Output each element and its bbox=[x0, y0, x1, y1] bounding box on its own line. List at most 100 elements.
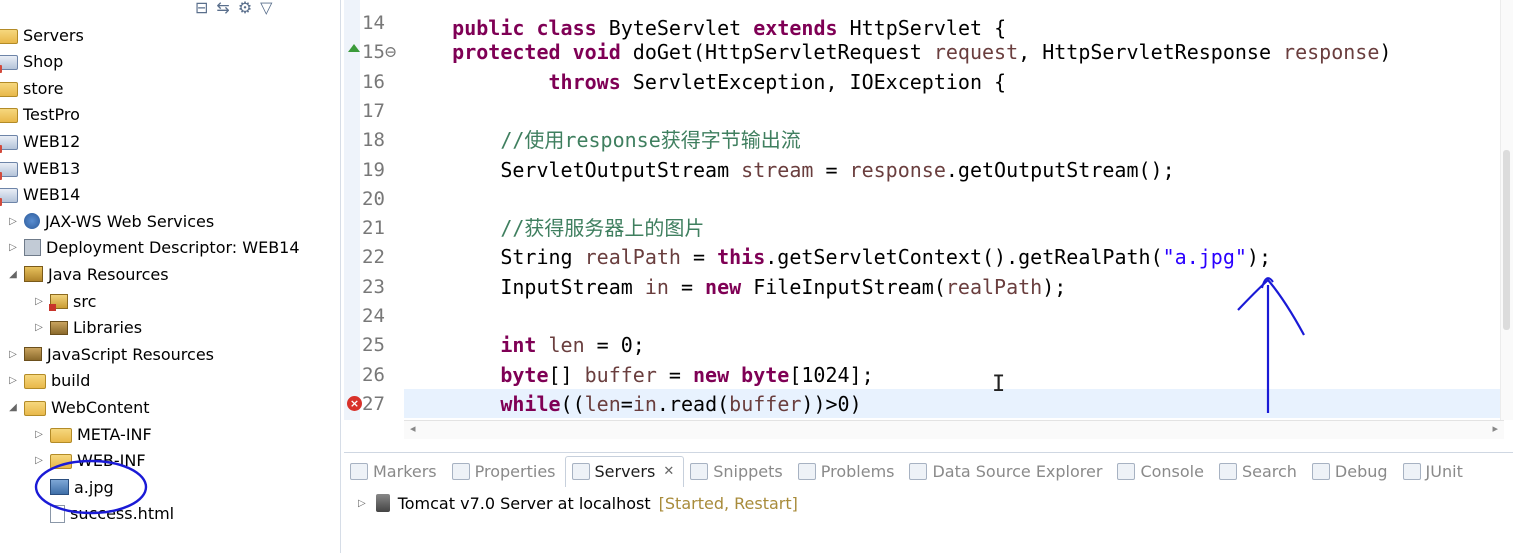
tree-item[interactable]: WEB13 bbox=[0, 155, 80, 181]
code-token: ))>0) bbox=[801, 391, 862, 416]
line-number: 20 bbox=[362, 187, 385, 210]
line-number: 16 bbox=[362, 70, 385, 93]
tree-item-label: Servers bbox=[23, 25, 84, 45]
chevron-down-icon[interactable]: ▽ bbox=[260, 0, 272, 20]
tree-item-label: WEB14 bbox=[23, 185, 81, 205]
code-line: //获得服务器上的图片 bbox=[404, 214, 704, 243]
tree-item[interactable]: Servers bbox=[0, 22, 84, 48]
debug-icon bbox=[1311, 462, 1330, 480]
collapsed-icon[interactable]: ▷ bbox=[32, 455, 46, 466]
collapse-all-icon[interactable]: ⊟ bbox=[195, 0, 208, 20]
expand-icon[interactable]: ▷ bbox=[358, 498, 366, 509]
link-editor-icon[interactable]: ⇆ bbox=[216, 0, 229, 20]
close-icon[interactable]: ✕ bbox=[663, 464, 674, 479]
code-editor[interactable]: public class ByteServlet extends HttpSer… bbox=[344, 0, 1513, 445]
code-token: //获得服务器上的图片 bbox=[500, 216, 705, 241]
code-line: while((len=in.read(buffer))>0) bbox=[404, 390, 862, 419]
collapsed-icon[interactable]: ▷ bbox=[6, 375, 20, 386]
tree-item[interactable]: ▷ Libraries bbox=[32, 315, 142, 341]
tree-item[interactable]: TestPro bbox=[0, 102, 80, 128]
deployment-descriptor-icon bbox=[24, 239, 41, 257]
collapsed-icon[interactable]: ▷ bbox=[32, 322, 46, 333]
scroll-left-icon[interactable]: ◂ bbox=[410, 422, 416, 435]
tab-snippets[interactable]: Snippets bbox=[684, 456, 792, 486]
junit-icon bbox=[1402, 462, 1421, 480]
tree-item[interactable]: store bbox=[0, 75, 63, 101]
explorer-toolbar: ⊟ ⇆ ⚙ ▽ bbox=[195, 0, 272, 20]
code-line: InputStream in = new FileInputStream(rea… bbox=[404, 273, 1066, 302]
tab-problems[interactable]: Problems bbox=[792, 456, 904, 486]
code-token: len bbox=[584, 391, 621, 416]
tree-item-label: WEB13 bbox=[23, 158, 81, 178]
tree-item[interactable]: ▷ META-INF bbox=[32, 421, 152, 447]
line-number: 21 bbox=[362, 217, 385, 240]
folder-icon bbox=[50, 454, 72, 470]
scroll-thumb[interactable] bbox=[1503, 150, 1510, 330]
collapsed-icon[interactable]: ▷ bbox=[6, 242, 20, 253]
web-project-icon bbox=[0, 134, 18, 153]
tab-label: Problems bbox=[820, 461, 895, 481]
tab-debug[interactable]: Debug bbox=[1306, 456, 1397, 486]
expanded-icon[interactable]: ◢ bbox=[6, 402, 20, 413]
tree-item[interactable]: a.jpg bbox=[32, 474, 114, 500]
tree-item[interactable]: WEB14 bbox=[0, 182, 80, 208]
code-token: //使用response获得字节输出流 bbox=[500, 128, 801, 153]
line-number: 18 bbox=[362, 129, 385, 152]
code-token: = bbox=[668, 274, 706, 299]
tree-item[interactable]: Shop bbox=[0, 49, 63, 75]
tree-item[interactable]: ▷ src bbox=[32, 288, 96, 314]
tree-item-label: Java Resources bbox=[48, 264, 169, 284]
horizontal-scrollbar[interactable]: ◂ ▸ bbox=[404, 420, 1504, 439]
source-folder-icon bbox=[49, 293, 68, 311]
tab-console[interactable]: Console bbox=[1111, 456, 1213, 486]
tree-item[interactable]: WEB12 bbox=[0, 128, 80, 154]
error-marker-icon[interactable]: × bbox=[347, 396, 362, 411]
java-resources-icon bbox=[24, 266, 43, 283]
collapsed-icon[interactable]: ▷ bbox=[32, 429, 46, 440]
tree-item[interactable]: ▷ JAX-WS Web Services bbox=[6, 208, 214, 234]
tree-item[interactable]: ◢ Java Resources bbox=[6, 261, 169, 287]
tab-properties[interactable]: Properties bbox=[446, 456, 565, 486]
libraries-icon bbox=[50, 320, 68, 335]
web-services-icon bbox=[24, 213, 40, 230]
override-indicator-icon bbox=[348, 44, 360, 52]
tree-item[interactable]: ▷ build bbox=[6, 368, 90, 394]
servers-icon bbox=[571, 463, 590, 480]
tree-item[interactable]: ▷ Deployment Descriptor: WEB14 bbox=[6, 235, 299, 261]
folder-icon bbox=[50, 427, 72, 443]
tree-item-label: success.html bbox=[70, 504, 175, 524]
code-line: int len = 0; bbox=[404, 331, 645, 360]
tree-item[interactable]: ▷ WEB-INF bbox=[32, 448, 145, 474]
tab-data-source-explorer[interactable]: Data Source Explorer bbox=[903, 456, 1111, 486]
code-token: buffer bbox=[584, 362, 657, 387]
code-token: protected bbox=[452, 40, 561, 65]
tree-item-label: JavaScript Resources bbox=[47, 344, 214, 364]
data-source-icon bbox=[909, 462, 928, 480]
code-token: = bbox=[813, 157, 850, 182]
vertical-scrollbar[interactable] bbox=[1500, 0, 1513, 420]
expanded-icon[interactable]: ◢ bbox=[6, 269, 20, 280]
code-token: this bbox=[717, 245, 766, 270]
collapsed-icon[interactable]: ▷ bbox=[32, 296, 46, 307]
view-menu-icon[interactable]: ⚙ bbox=[238, 0, 252, 20]
image-file-icon bbox=[50, 479, 69, 496]
tree-item[interactable]: success.html bbox=[32, 501, 174, 527]
tree-item[interactable]: ◢ WebContent bbox=[6, 394, 149, 420]
web-project-icon bbox=[0, 161, 18, 180]
server-entry[interactable]: ▷ Tomcat v7.0 Server at localhost [Start… bbox=[358, 491, 798, 515]
tree-item[interactable]: ▷ JavaScript Resources bbox=[6, 341, 214, 367]
console-icon bbox=[1117, 462, 1136, 480]
tab-markers[interactable]: Markers bbox=[344, 456, 446, 486]
tab-search[interactable]: Search bbox=[1213, 456, 1306, 486]
tab-label: Debug bbox=[1334, 461, 1388, 481]
folder-icon bbox=[0, 108, 18, 124]
scroll-right-icon[interactable]: ▸ bbox=[1492, 422, 1498, 435]
collapsed-icon[interactable]: ▷ bbox=[6, 216, 20, 227]
tab-servers[interactable]: Servers ✕ bbox=[564, 455, 685, 487]
collapsed-icon[interactable]: ▷ bbox=[6, 349, 20, 360]
tab-junit[interactable]: JUnit bbox=[1397, 456, 1472, 486]
